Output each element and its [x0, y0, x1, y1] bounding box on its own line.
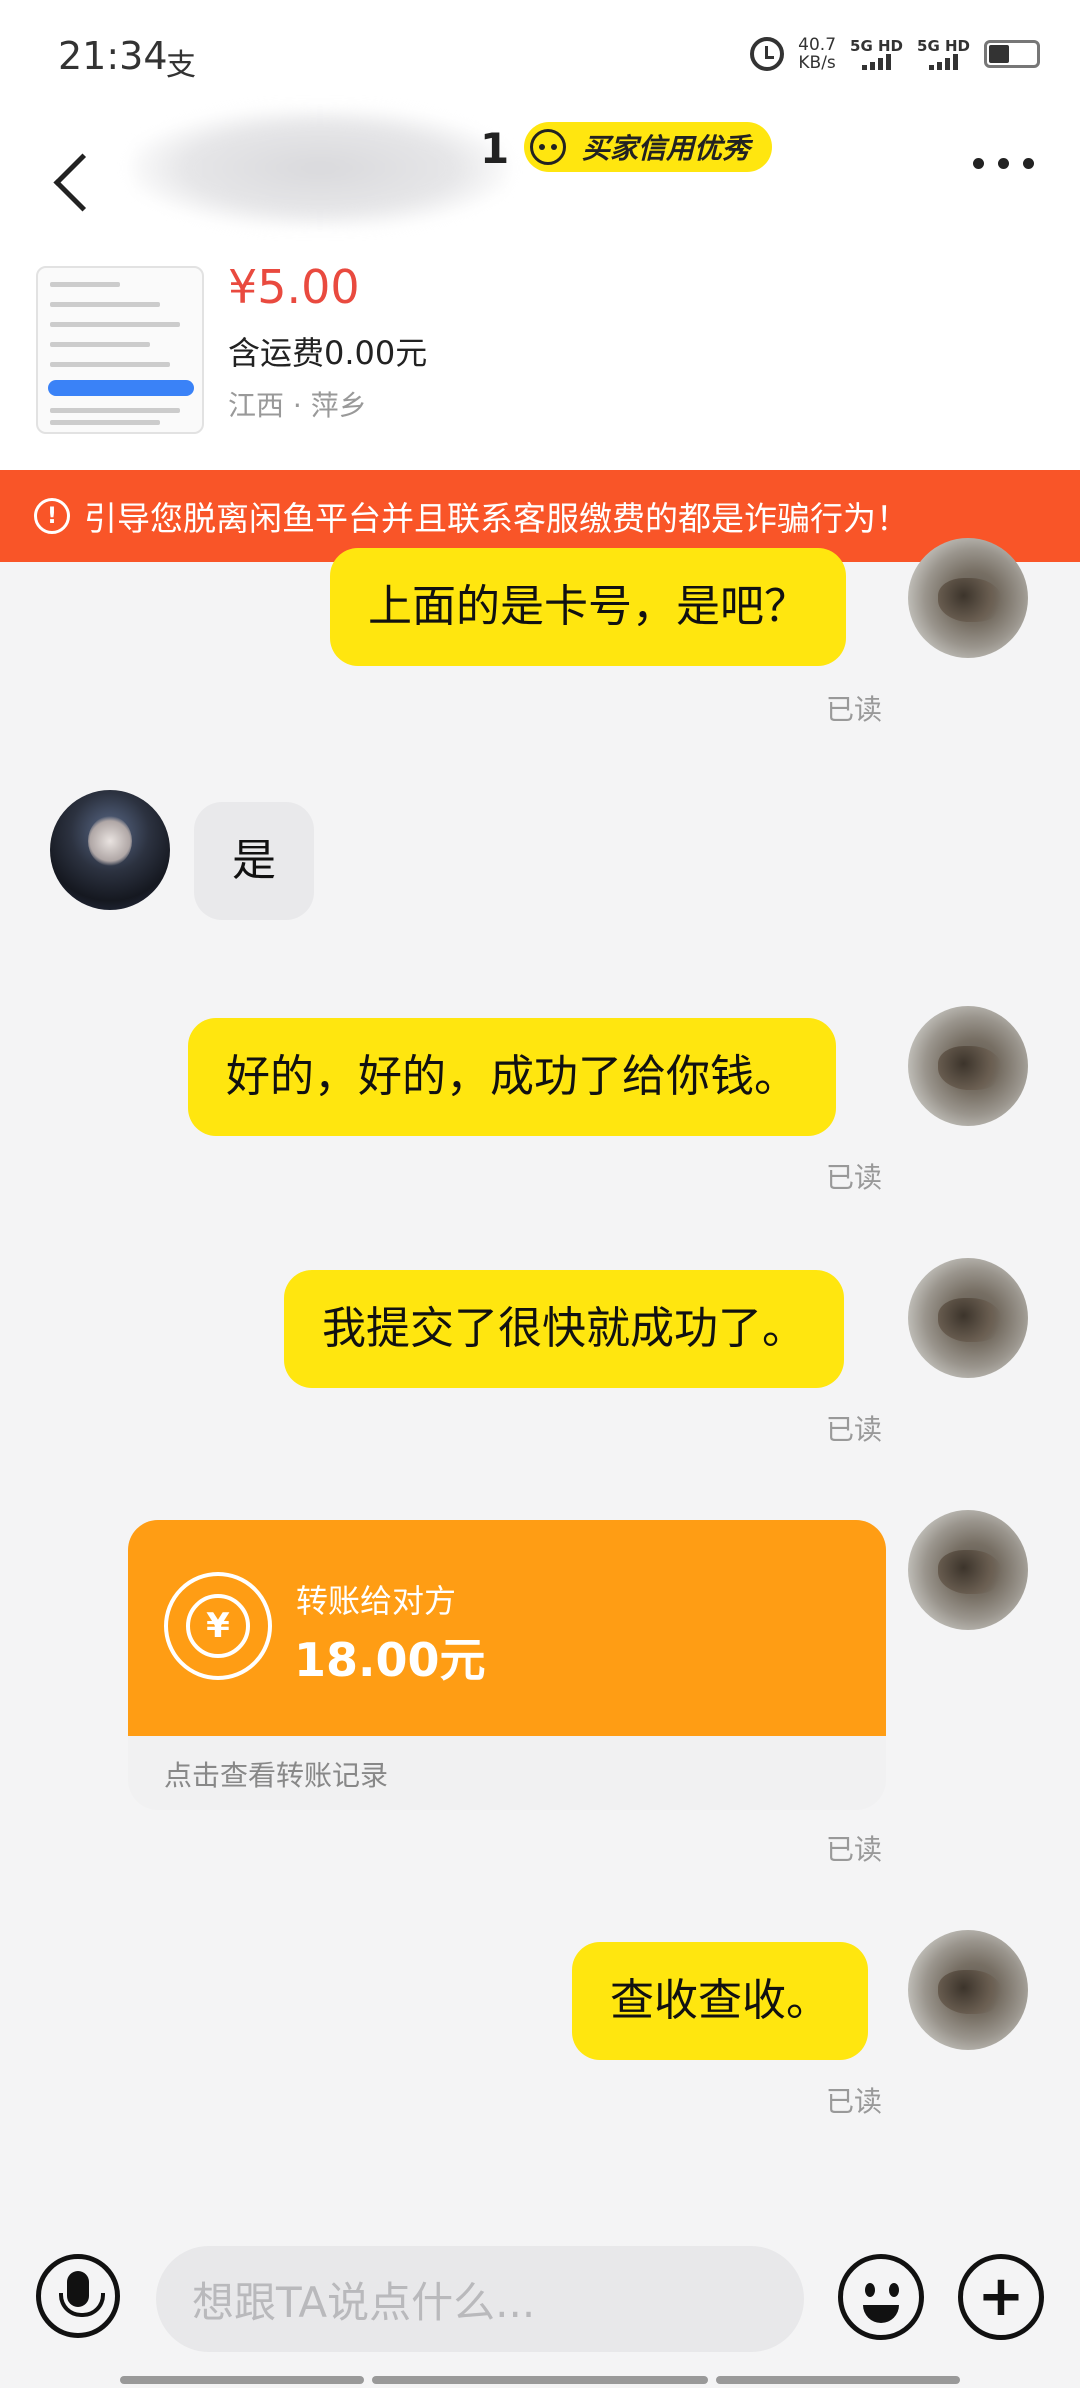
status-time: 21:34	[58, 34, 168, 78]
input-bar: 想跟TA说点什么... +	[0, 2228, 1080, 2388]
net-speed-value: 40.7	[798, 35, 837, 55]
read-receipt: 已读	[826, 1161, 883, 1194]
nav-gesture-bar	[716, 2376, 960, 2384]
fraud-warning-text: 引导您脱离闲鱼平台并且联系客服缴费的都是诈骗行为！	[84, 499, 909, 538]
transfer-record-link[interactable]: 点击查看转账记录	[164, 1754, 388, 1794]
warning-icon: !	[34, 498, 70, 534]
transfer-card-header: ¥ 转账给对方 18.00元	[128, 1520, 886, 1736]
mic-icon[interactable]	[36, 2254, 120, 2338]
signal-sim1: 5G HD	[850, 38, 903, 70]
more-icon[interactable]	[973, 158, 1034, 169]
read-receipt: 已读	[826, 2085, 883, 2118]
my-avatar[interactable]	[908, 1006, 1028, 1126]
sim2-label: 5G HD	[917, 37, 970, 55]
read-receipt: 已读	[826, 1413, 883, 1446]
net-speed: 40.7 KB/s	[798, 36, 836, 72]
message-input[interactable]: 想跟TA说点什么...	[156, 2246, 804, 2352]
username-tail: 1	[480, 124, 510, 173]
alarm-icon	[750, 37, 785, 71]
nav-gesture-bar	[120, 2376, 364, 2384]
message-bubble-me[interactable]: 我提交了很快就成功了。	[284, 1270, 844, 1388]
chat-page: 21:34 支 40.7 KB/s 5G HD 5G HD 1 买家信用优秀 ¥…	[0, 0, 1080, 2388]
message-bubble-other[interactable]: 是	[194, 802, 314, 920]
message-bubble-me[interactable]: 查收查收。	[572, 1942, 868, 2060]
yen-transfer-icon: ¥	[164, 1572, 272, 1680]
read-receipt: 已读	[826, 1833, 883, 1866]
contact-avatar[interactable]	[50, 790, 170, 910]
credit-badge-label: 买家信用优秀	[582, 132, 751, 165]
back-icon[interactable]	[48, 138, 108, 228]
my-avatar[interactable]	[908, 1258, 1028, 1378]
battery-icon	[984, 40, 1040, 68]
signal-sim2: 5G HD	[917, 38, 970, 70]
status-bar: 21:34 支 40.7 KB/s 5G HD 5G HD	[0, 0, 1080, 118]
mascot-icon	[530, 129, 566, 165]
credit-badge[interactable]: 买家信用优秀	[524, 122, 773, 172]
blurred-username	[130, 108, 510, 228]
alipay-notification-icon: 支	[166, 48, 196, 83]
product-thumbnail[interactable]	[36, 266, 204, 434]
sim1-label: 5G HD	[850, 37, 904, 55]
status-icons: 40.7 KB/s 5G HD 5G HD	[750, 36, 1040, 72]
chat-header: 1 买家信用优秀	[0, 108, 1080, 252]
product-price: ¥5.00	[228, 260, 360, 314]
my-avatar[interactable]	[908, 1510, 1028, 1630]
message-bubble-me[interactable]: 好的，好的，成功了给你钱。	[188, 1018, 836, 1136]
product-card[interactable]: ¥5.00 含运费0.00元 江西 · 萍乡	[0, 252, 1080, 470]
my-avatar[interactable]	[908, 1930, 1028, 2050]
product-location: 江西 · 萍乡	[228, 389, 367, 422]
transfer-card[interactable]: ¥ 转账给对方 18.00元 点击查看转账记录	[128, 1520, 886, 1810]
product-shipping: 含运费0.00元	[228, 334, 428, 372]
read-receipt: 已读	[826, 693, 883, 726]
message-bubble-me[interactable]: 上面的是卡号，是吧？	[330, 548, 846, 666]
net-speed-unit: KB/s	[798, 53, 836, 73]
plus-icon[interactable]: +	[958, 2254, 1044, 2340]
signal-bars-icon	[929, 54, 958, 70]
transfer-amount: 18.00元	[294, 1633, 486, 1687]
nav-gesture-bar	[372, 2376, 708, 2384]
transfer-title: 转账给对方	[296, 1582, 457, 1620]
signal-bars-icon	[862, 54, 892, 70]
my-avatar[interactable]	[908, 538, 1028, 658]
emoji-icon[interactable]	[838, 2254, 924, 2340]
